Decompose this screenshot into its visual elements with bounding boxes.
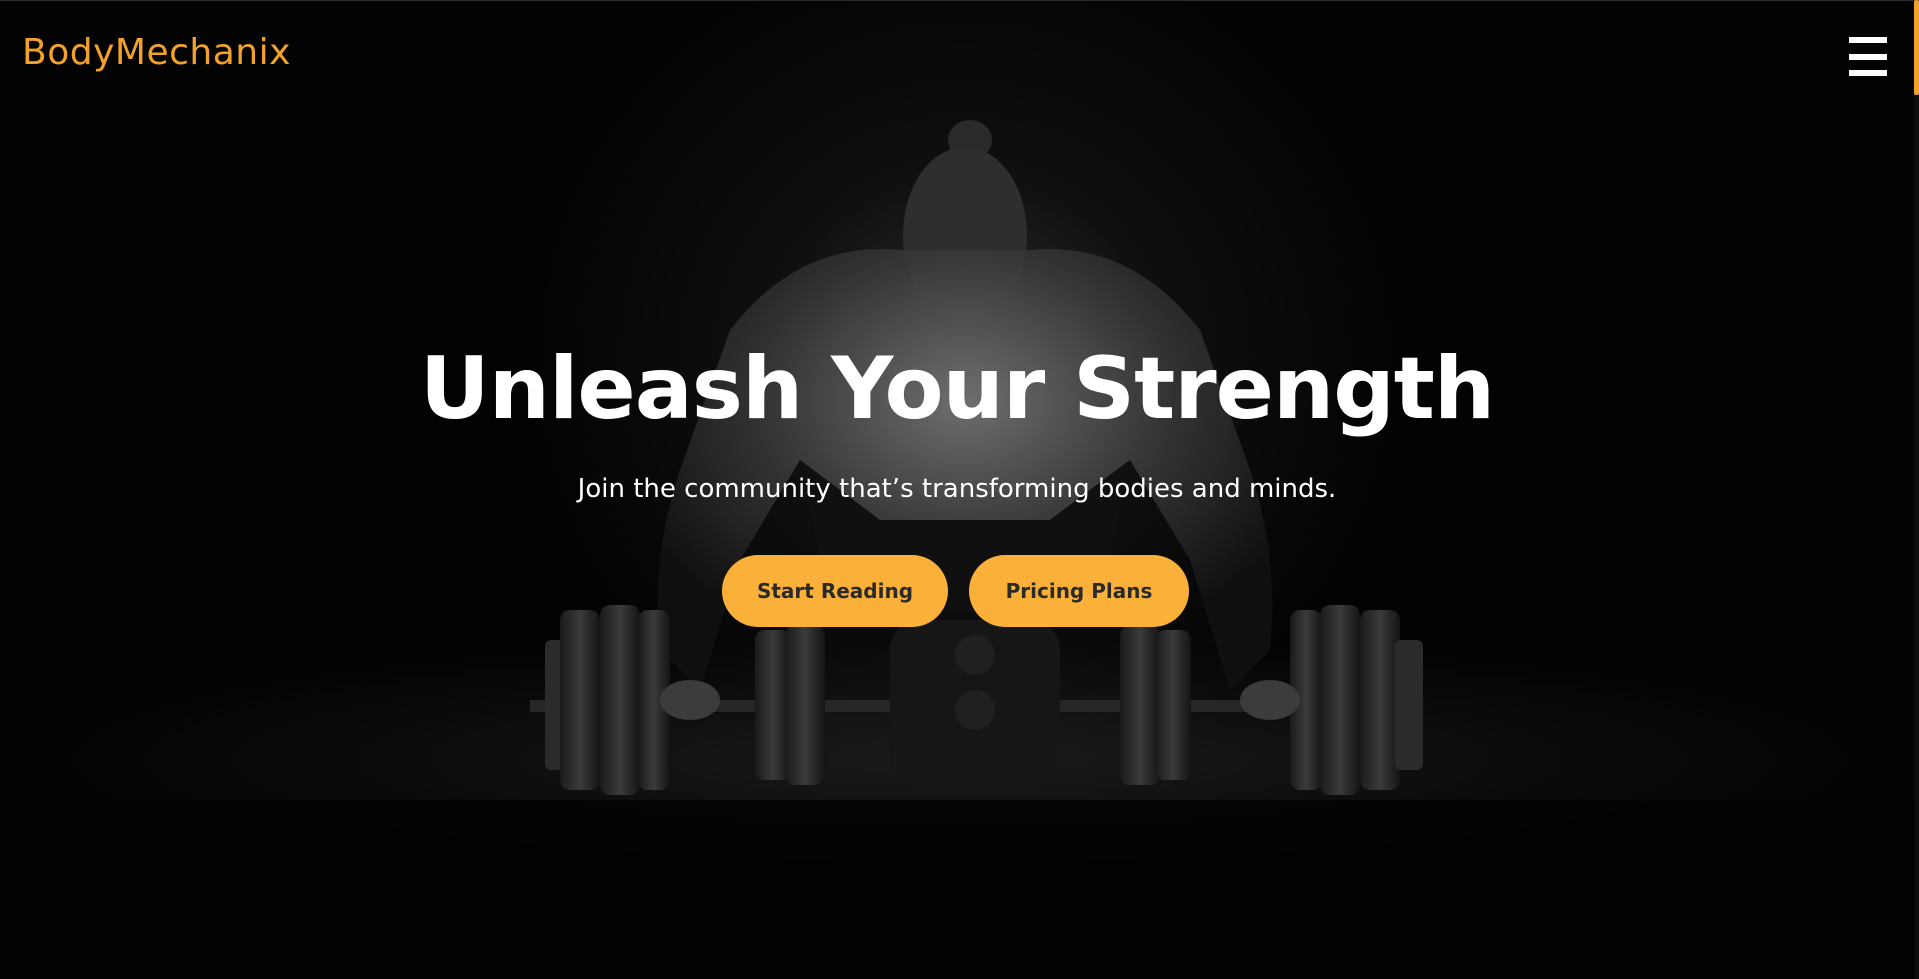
scrollbar-thumb[interactable] <box>1914 0 1919 95</box>
pricing-plans-button[interactable]: Pricing Plans <box>969 555 1189 627</box>
hero-title: Unleash Your Strength <box>419 339 1495 439</box>
start-reading-button[interactable]: Start Reading <box>722 555 948 627</box>
page: BodyMechanix Unleash Your Strength Join … <box>0 0 1919 979</box>
scrollbar-track[interactable] <box>1914 0 1919 979</box>
top-navigation-bar: BodyMechanix <box>0 0 1914 100</box>
menu-bar-top <box>1849 37 1887 43</box>
brand-logo[interactable]: BodyMechanix <box>22 35 291 71</box>
menu-bar-bottom <box>1849 70 1887 76</box>
menu-bar-middle <box>1849 54 1887 60</box>
hamburger-menu-icon[interactable] <box>1846 35 1890 79</box>
hero-subtitle: Join the community that’s transforming b… <box>577 474 1337 504</box>
